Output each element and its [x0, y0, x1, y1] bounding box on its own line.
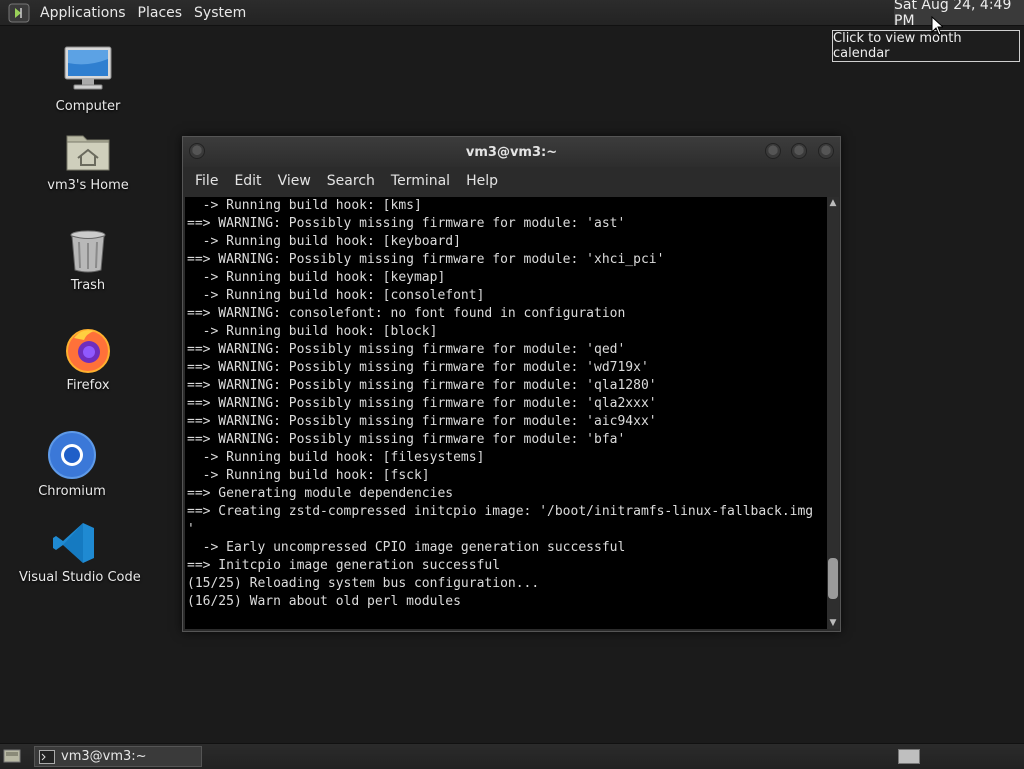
- menu-help[interactable]: Help: [466, 173, 498, 189]
- chromium-icon: [48, 431, 96, 479]
- scrollbar-thumb[interactable]: [828, 557, 838, 599]
- terminal-line: (15/25) Reloading system bus configurati…: [187, 576, 540, 591]
- show-desktop-icon[interactable]: [3, 748, 21, 764]
- terminal-text: -> Running build hook: [kms] ==> WARNING:…: [185, 197, 827, 611]
- desktop-icon-firefox[interactable]: Firefox: [33, 326, 143, 393]
- workspace-switcher[interactable]: [898, 749, 920, 764]
- terminal-line: ==> Creating zstd-compressed initcpio im…: [187, 504, 814, 519]
- scroll-up-arrow-icon[interactable]: ▲: [827, 197, 839, 209]
- terminal-output[interactable]: -> Running build hook: [kms] ==> WARNING:…: [185, 197, 827, 629]
- desktop-icon-label: Firefox: [66, 378, 110, 393]
- terminal-line: ==> WARNING: Possibly missing firmware f…: [187, 252, 665, 267]
- home-folder-icon: [66, 135, 110, 171]
- desktop-icon-label: vm3's Home: [47, 178, 129, 193]
- terminal-window[interactable]: vm3@vm3:~ File Edit View Search Terminal…: [182, 136, 841, 632]
- terminal-line: ==> WARNING: Possibly missing firmware f…: [187, 342, 626, 357]
- menu-applications[interactable]: Applications: [40, 5, 126, 21]
- menu-terminal[interactable]: Terminal: [391, 173, 450, 189]
- terminal-line: -> Running build hook: [fsck]: [187, 468, 430, 483]
- menu-places[interactable]: Places: [138, 5, 183, 21]
- desktop-icon-label: Visual Studio Code: [19, 570, 141, 585]
- window-titlebar[interactable]: vm3@vm3:~: [183, 137, 840, 167]
- taskbar-window-button[interactable]: vm3@vm3:~: [34, 746, 202, 767]
- maximize-icon[interactable]: [791, 143, 807, 159]
- desktop-icon-label: Chromium: [38, 484, 106, 499]
- desktop-icon-chromium[interactable]: Chromium: [17, 430, 127, 499]
- terminal-line: ': [187, 522, 195, 537]
- tooltip-text: Click to view month calendar: [833, 31, 962, 61]
- terminal-line: ==> Generating module dependencies: [187, 486, 454, 501]
- desktop-icon-computer[interactable]: Computer: [33, 45, 143, 114]
- terminal-line: -> Running build hook: [consolefont]: [187, 288, 485, 303]
- terminal-line: ==> WARNING: Possibly missing firmware f…: [187, 414, 657, 429]
- mouse-pointer-icon: [931, 16, 943, 36]
- terminal-scrollbar[interactable]: ▲ ▼: [827, 197, 839, 629]
- menu-view[interactable]: View: [278, 173, 311, 189]
- menu-search[interactable]: Search: [327, 173, 375, 189]
- terminal-icon: [39, 749, 55, 764]
- terminal-line: ==> Initcpio image generation successful: [187, 558, 501, 573]
- terminal-line: -> Running build hook: [keyboard]: [187, 234, 461, 249]
- scroll-down-arrow-icon[interactable]: ▼: [827, 617, 839, 629]
- close-icon[interactable]: [818, 143, 834, 159]
- menu-system[interactable]: System: [194, 5, 246, 21]
- calendar-tooltip: Click to view month calendar: [832, 30, 1020, 62]
- bottom-panel: vm3@vm3:~: [0, 743, 1024, 769]
- terminal-line: ==> WARNING: consolefont: no font found …: [187, 306, 626, 321]
- computer-icon: [64, 46, 112, 90]
- terminal-line: ==> WARNING: Possibly missing firmware f…: [187, 360, 649, 375]
- menu-edit[interactable]: Edit: [234, 173, 261, 189]
- vscode-icon: [53, 523, 94, 563]
- menu-file[interactable]: File: [195, 173, 218, 189]
- minimize-icon[interactable]: [765, 143, 781, 159]
- clock-applet[interactable]: Sat Aug 24, 4:49 PM: [894, 0, 1024, 29]
- clock-label[interactable]: Sat Aug 24, 4:49 PM: [894, 0, 1024, 29]
- trash-icon: [70, 230, 106, 273]
- taskbar-window-label: vm3@vm3:~: [61, 749, 147, 764]
- desktop-icon-label: Trash: [70, 278, 106, 293]
- terminal-line: -> Running build hook: [filesystems]: [187, 450, 485, 465]
- terminal-line: -> Running build hook: [keymap]: [187, 270, 446, 285]
- terminal-line: ==> WARNING: Possibly missing firmware f…: [187, 432, 626, 447]
- terminal-line: -> Running build hook: [kms]: [187, 198, 422, 213]
- terminal-line: (16/25) Warn about old perl modules: [187, 594, 461, 609]
- terminal-line: -> Running build hook: [block]: [187, 324, 438, 339]
- desktop-icon-vscode[interactable]: Visual Studio Code: [19, 520, 141, 585]
- firefox-icon: [66, 329, 110, 373]
- terminal-menubar: File Edit View Search Terminal Help: [183, 167, 840, 195]
- terminal-line: ==> WARNING: Possibly missing firmware f…: [187, 216, 626, 231]
- desktop-icon-trash[interactable]: Trash: [33, 228, 143, 293]
- window-title: vm3@vm3:~: [465, 144, 558, 160]
- terminal-line: -> Early uncompressed CPIO image generat…: [187, 540, 626, 555]
- top-panel: Applications Places System Sat Aug 24, 4…: [0, 0, 1024, 29]
- desktop-icon-label: Computer: [55, 99, 121, 114]
- terminal-line: ==> WARNING: Possibly missing firmware f…: [187, 396, 657, 411]
- window-menu-icon[interactable]: [189, 143, 205, 159]
- desktop-icon-home[interactable]: vm3's Home: [33, 128, 143, 193]
- main-menu-logo-icon[interactable]: [8, 2, 30, 24]
- terminal-line: ==> WARNING: Possibly missing firmware f…: [187, 378, 657, 393]
